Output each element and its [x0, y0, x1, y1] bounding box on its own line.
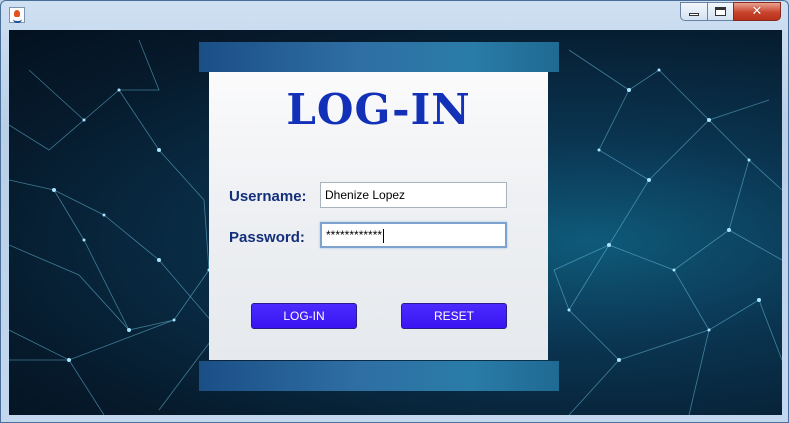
app-window: ✕ LOG-IN Username: Dhenize Lopez Passwor… — [0, 0, 789, 423]
text-caret — [383, 228, 385, 243]
java-icon[interactable] — [9, 7, 25, 23]
reset-button[interactable]: RESET — [401, 303, 507, 329]
username-field[interactable]: Dhenize Lopez — [320, 182, 507, 208]
password-label: Password: — [229, 229, 305, 246]
close-icon: ✕ — [751, 4, 763, 19]
login-button[interactable]: LOG-IN — [251, 303, 357, 329]
title-bar[interactable]: ✕ — [1, 1, 788, 29]
close-button[interactable]: ✕ — [733, 2, 781, 21]
password-field[interactable]: ************ — [320, 222, 507, 248]
minimize-button[interactable] — [680, 2, 708, 21]
maximize-icon — [715, 7, 726, 16]
login-panel: LOG-IN Username: Dhenize Lopez Password:… — [209, 72, 548, 360]
minimize-icon — [689, 13, 699, 16]
content-panel: LOG-IN Username: Dhenize Lopez Password:… — [9, 30, 782, 415]
maximize-button[interactable] — [707, 2, 734, 21]
password-value: ************ — [326, 228, 383, 242]
page-title: LOG-IN — [286, 85, 471, 134]
username-label: Username: — [229, 188, 307, 205]
bottom-banner — [199, 361, 559, 391]
top-banner — [199, 42, 559, 72]
